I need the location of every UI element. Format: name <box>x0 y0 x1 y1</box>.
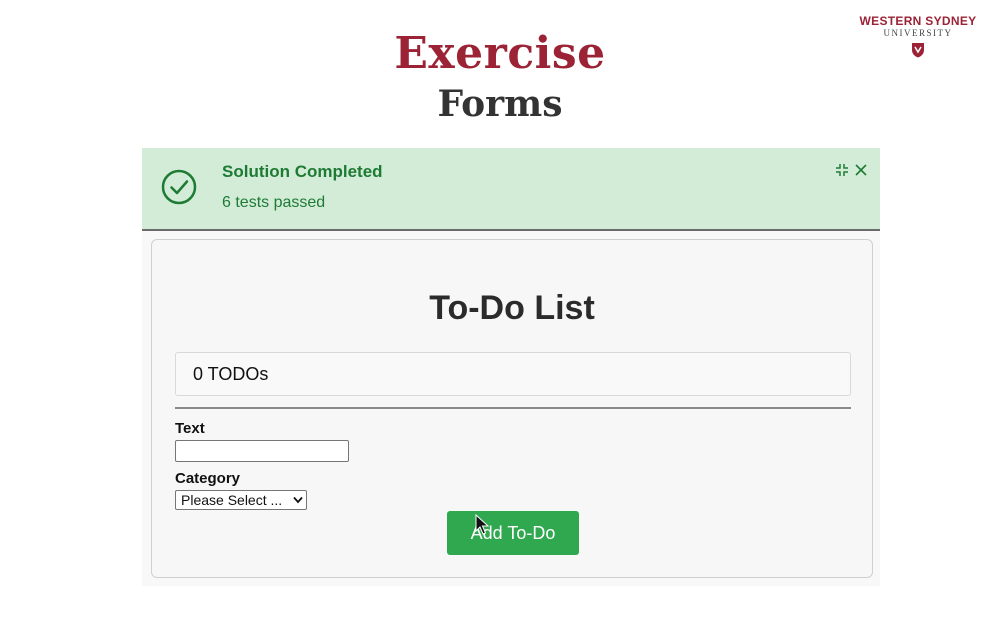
app-frame: Solution Completed 6 tests passed To-Do … <box>142 148 880 586</box>
add-todo-button[interactable]: Add To-Do <box>447 511 579 555</box>
slide-subtitle: Forms <box>437 83 563 125</box>
logo-text-secondary: UNIVERSITY <box>883 28 953 38</box>
check-circle-icon <box>161 169 197 205</box>
banner-title: Solution Completed <box>222 162 383 181</box>
slide-title: Exercise <box>394 28 606 79</box>
todo-count-panel: 0 TODOs <box>175 352 851 396</box>
university-logo: WESTERN SYDNEY UNIVERSITY <box>852 14 984 58</box>
category-select[interactable]: Please Select ... <box>175 490 307 510</box>
divider <box>175 407 851 409</box>
collapse-icon[interactable] <box>834 162 850 178</box>
category-selected-value: Please Select ... <box>181 492 283 508</box>
solution-banner: Solution Completed 6 tests passed <box>142 148 880 231</box>
text-label: Text <box>175 420 205 437</box>
todo-card: To-Do List 0 TODOs Text Category Please … <box>151 239 873 578</box>
todo-title: To-Do List <box>429 289 595 327</box>
todo-count: 0 TODOs <box>193 364 269 384</box>
crest-icon <box>912 43 924 58</box>
chevron-down-icon <box>293 496 303 504</box>
mouse-cursor-icon <box>475 514 489 535</box>
close-icon[interactable] <box>853 162 869 178</box>
banner-subtitle: 6 tests passed <box>222 194 326 211</box>
logo-text-primary: WESTERN SYDNEY <box>859 14 977 28</box>
text-input[interactable] <box>175 440 349 462</box>
category-label: Category <box>175 470 241 487</box>
